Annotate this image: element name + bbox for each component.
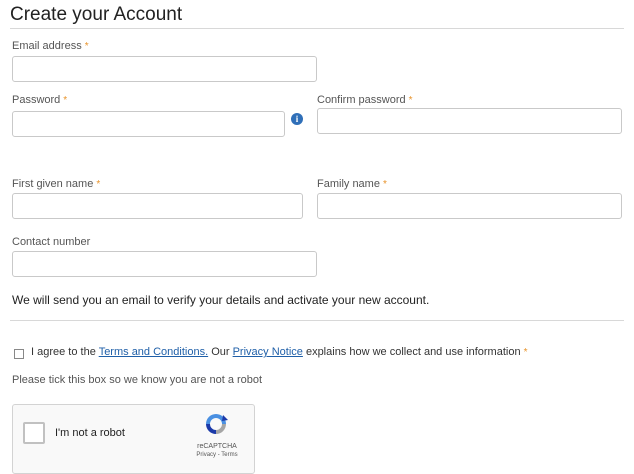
required-star-icon: *	[523, 347, 528, 358]
contact-number-label-text: Contact number	[12, 236, 91, 248]
first-name-label: First given name *	[12, 178, 100, 190]
verify-notice: We will send you an email to verify your…	[12, 293, 430, 307]
confirm-password-label-text: Confirm password	[317, 94, 406, 106]
recaptcha-links[interactable]: Privacy - Terms	[189, 452, 245, 458]
recaptcha-label: I'm not a robot	[55, 427, 125, 439]
recaptcha-brand: reCAPTCHA	[197, 443, 237, 450]
confirm-password-field[interactable]	[317, 108, 622, 134]
privacy-link[interactable]: Privacy Notice	[233, 346, 303, 358]
required-star-icon: *	[382, 179, 387, 190]
agree-middle: Our	[208, 346, 233, 358]
page-title: Create your Account	[10, 4, 183, 25]
terms-checkbox[interactable]	[14, 349, 24, 359]
terms-agreement: I agree to the Terms and Conditions. Our…	[31, 346, 527, 358]
password-field[interactable]	[12, 111, 285, 137]
recaptcha-logo-icon	[206, 414, 228, 434]
agree-prefix: I agree to the	[31, 346, 99, 358]
contact-number-field[interactable]	[12, 251, 317, 277]
family-name-field[interactable]	[317, 193, 622, 219]
required-star-icon: *	[408, 95, 413, 106]
recaptcha-widget: I'm not a robot reCAPTCHA Privacy - Term…	[12, 404, 255, 474]
contact-number-label: Contact number	[12, 236, 90, 248]
required-star-icon: *	[96, 179, 101, 190]
family-name-label: Family name *	[317, 178, 387, 190]
email-field[interactable]	[12, 56, 317, 82]
family-name-label-text: Family name	[317, 178, 380, 190]
first-name-field[interactable]	[12, 193, 303, 219]
robot-hint: Please tick this box so we know you are …	[12, 374, 263, 386]
email-label-text: Email address	[12, 40, 82, 52]
password-label: Password *	[12, 94, 67, 106]
email-label: Email address *	[12, 40, 89, 52]
password-label-text: Password	[12, 94, 61, 106]
info-icon[interactable]: i	[291, 113, 303, 125]
required-star-icon: *	[63, 95, 68, 106]
confirm-password-label: Confirm password *	[317, 94, 413, 106]
terms-link[interactable]: Terms and Conditions.	[99, 346, 208, 358]
section-divider	[10, 320, 624, 321]
title-divider	[10, 28, 624, 29]
agree-suffix: explains how we collect and use informat…	[302, 346, 521, 358]
first-name-label-text: First given name	[12, 178, 94, 190]
recaptcha-checkbox[interactable]	[23, 422, 45, 444]
required-star-icon: *	[84, 41, 89, 52]
